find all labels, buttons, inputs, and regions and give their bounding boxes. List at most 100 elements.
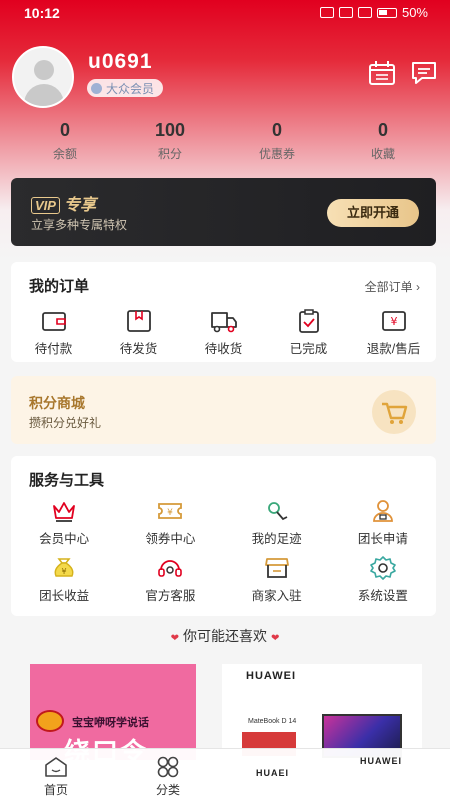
tab-category[interactable]: 分类 (138, 755, 198, 798)
battery-icon (376, 7, 397, 18)
service-coupon-center[interactable]: ¥ 领券中心 (117, 498, 223, 555)
product-brand: HUAWEI (246, 670, 296, 682)
profile-page: 10:12 50% u0691 大众会员 0 余额 100 积分 0 优惠券 0… (0, 0, 450, 800)
order-status-label: 待付款 (34, 342, 73, 356)
book-badge-image (36, 710, 64, 732)
heart-icon: ❤ (170, 633, 179, 644)
order-status-label: 已完成 (289, 342, 328, 356)
service-system-settings[interactable]: 系统设置 (330, 555, 436, 612)
signal-icon (357, 7, 372, 18)
order-refund-aftersale[interactable]: ¥ 退款/售后 (351, 308, 436, 357)
service-my-footprint[interactable]: 我的足迹 (224, 498, 330, 555)
service-label: 团长收益 (39, 589, 90, 603)
stat-coupons[interactable]: 0 优惠券 (232, 120, 322, 162)
order-status-label: 待发货 (119, 342, 158, 356)
account-stats: 0 余额 100 积分 0 优惠券 0 收藏 (0, 120, 450, 162)
headset-icon (158, 560, 183, 577)
order-completed[interactable]: 已完成 (266, 308, 351, 357)
battery-percent: 50% (401, 5, 428, 20)
order-pending-payment[interactable]: 待付款 (11, 308, 96, 357)
service-label: 会员中心 (39, 532, 90, 546)
service-leader-apply[interactable]: 团长申请 (330, 498, 436, 555)
sign-in-calendar-icon[interactable] (368, 60, 396, 86)
vip-title: VIP 专享 (31, 191, 96, 215)
points-mall-banner[interactable]: 积分商城 攒积分兑好礼 (11, 376, 436, 444)
member-level-label: 大众会员 (106, 81, 155, 96)
shopping-cart-icon (382, 402, 408, 424)
services-title: 服务与工具 (29, 472, 105, 489)
product-grid: 宝宝咿呀学说话 绕口令 HUAWEI MateBook D 14 (0, 660, 450, 760)
orders-title: 我的订单 (29, 278, 90, 295)
all-orders-link[interactable]: 全部订单 › (365, 278, 420, 295)
service-label: 官方客服 (145, 589, 196, 603)
category-icon (157, 756, 179, 778)
alarm-icon (319, 7, 334, 18)
stat-label: 收藏 (370, 147, 395, 161)
status-time: 10:12 (24, 5, 60, 21)
partial-product-brand: HUAWEI (360, 756, 402, 766)
service-label: 我的足迹 (251, 532, 302, 546)
avatar-body-shape (24, 84, 64, 106)
stat-value: 100 (154, 120, 186, 140)
stat-value: 0 (59, 120, 70, 140)
coupon-icon: ¥ (158, 503, 183, 519)
stat-value: 0 (271, 120, 282, 140)
my-orders-card: 我的订单 全部订单 › 待付款 待发货 待收货 已完成 ¥ 退款/售后 (11, 262, 436, 362)
avatar-head-shape (34, 60, 54, 80)
status-icons: 50% (319, 5, 428, 20)
stat-favorites[interactable]: 0 收藏 (338, 120, 428, 162)
avatar[interactable] (12, 46, 74, 108)
recommend-title: 你可能还喜欢 (183, 628, 267, 644)
product-text: 宝宝咿呀学说话 (72, 717, 149, 729)
service-official-support[interactable]: 官方客服 (117, 555, 223, 612)
tab-label: 分类 (155, 783, 180, 797)
home-icon (45, 757, 67, 777)
vip-banner[interactable]: VIP 专享 立享多种专属特权 立即开通 (11, 178, 436, 246)
all-orders-label: 全部订单 (364, 280, 413, 294)
service-leader-earnings[interactable]: ¥ 团长收益 (11, 555, 117, 612)
open-vip-button[interactable]: 立即开通 (327, 199, 419, 227)
points-cart-icon-bg (372, 390, 416, 434)
order-status-label: 待收货 (204, 342, 243, 356)
services-tools-card: 服务与工具 会员中心 ¥ 领券中心 我的足迹 团长申请 ¥ 团长收益 官方客服 … (11, 456, 436, 616)
stat-points[interactable]: 100 积分 (125, 120, 215, 162)
username[interactable]: u0691 (88, 50, 153, 74)
stat-label: 优惠券 (258, 147, 295, 161)
service-label: 系统设置 (357, 589, 408, 603)
service-member-center[interactable]: 会员中心 (11, 498, 117, 555)
money-bag-icon: ¥ (54, 558, 74, 577)
message-icon[interactable] (410, 60, 438, 86)
svg-text:¥: ¥ (168, 508, 174, 518)
product-card-book[interactable]: 宝宝咿呀学说话 绕口令 (30, 664, 196, 760)
recommend-heading: ❤ 你可能还喜欢 ❤ (0, 626, 450, 646)
stat-balance[interactable]: 0 余额 (20, 120, 110, 162)
order-status-row: 待付款 待发货 待收货 已完成 ¥ 退款/售后 (11, 308, 436, 357)
partial-product-brand: HUAEI (256, 768, 290, 778)
member-badge-icon (91, 82, 102, 94)
order-status-label: 退款/售后 (366, 342, 421, 356)
vip-badge: VIP (31, 197, 60, 214)
shop-icon (264, 558, 289, 578)
package-icon (126, 310, 151, 332)
services-row: 会员中心 ¥ 领券中心 我的足迹 团长申请 (11, 498, 436, 555)
member-level-badge[interactable]: 大众会员 (87, 79, 164, 97)
order-pending-shipment[interactable]: 待发货 (96, 308, 181, 357)
truck-icon (210, 312, 237, 333)
gear-icon (370, 556, 396, 580)
service-merchant-join[interactable]: 商家入驻 (224, 555, 330, 612)
vip-subtitle: 立享多种专属特权 (31, 218, 128, 232)
wifi-icon (338, 7, 353, 18)
svg-text:¥: ¥ (390, 315, 397, 328)
vip-title-text: 专享 (63, 197, 96, 214)
service-label: 商家入驻 (251, 589, 302, 603)
stat-label: 余额 (52, 147, 77, 161)
heart-icon: ❤ (271, 633, 280, 644)
svg-text:¥: ¥ (62, 567, 67, 576)
refund-icon: ¥ (381, 311, 406, 331)
services-grid: 会员中心 ¥ 领券中心 我的足迹 团长申请 ¥ 团长收益 官方客服 商家入驻 系… (11, 498, 436, 612)
status-bar: 10:12 50% (0, 0, 450, 26)
tab-home[interactable]: 首页 (26, 755, 86, 798)
clipboard-check-icon (298, 309, 319, 333)
product-card-laptop[interactable]: HUAWEI MateBook D 14 (222, 664, 422, 760)
order-pending-receipt[interactable]: 待收货 (181, 308, 266, 357)
